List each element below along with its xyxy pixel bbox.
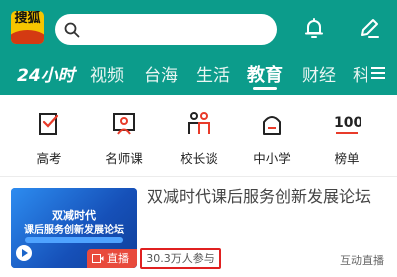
category-principal[interactable]: 校长谈: [168, 110, 230, 167]
tab-finance[interactable]: 财经: [302, 61, 336, 86]
category-label: 榜单: [334, 151, 360, 166]
tab-video[interactable]: 视频: [90, 61, 124, 86]
book-check-icon: [39, 113, 59, 135]
logo-text: 搜狐: [14, 11, 41, 26]
participant-count: 30.3万人参与: [140, 248, 221, 269]
category-gaokao[interactable]: 高考: [18, 110, 80, 167]
search-icon: [64, 22, 80, 38]
play-icon[interactable]: [16, 245, 32, 261]
search-input[interactable]: [55, 14, 277, 45]
tab-truncated[interactable]: 科: [353, 61, 367, 86]
section-divider: [0, 176, 397, 177]
category-label: 校长谈: [180, 151, 218, 166]
tab-24h[interactable]: 24小时: [17, 61, 75, 86]
camera-icon: [92, 254, 104, 263]
category-label: 名师课: [105, 151, 143, 166]
thumbnail-line2: 课后服务创新发展论坛: [24, 225, 124, 236]
feed-title[interactable]: 双减时代课后服务创新发展论坛: [147, 185, 387, 209]
school-bag-icon: [263, 116, 281, 135]
live-badge-label: 直播: [107, 252, 129, 265]
menu-icon[interactable]: [370, 65, 386, 81]
category-shortcuts: 高考 名师课 校长谈 中小学 100 榜单: [0, 110, 397, 170]
teacher-board-icon: [113, 113, 135, 135]
pencil-icon[interactable]: [357, 16, 381, 40]
bell-icon[interactable]: [303, 16, 325, 40]
category-ranking[interactable]: 100 榜单: [316, 110, 378, 167]
top-header: 搜狐 24小时 视频 台海 生活 教育 财经 科: [0, 0, 397, 95]
sohu-logo[interactable]: 搜狐: [11, 11, 44, 44]
feed-thumbnail[interactable]: 双减时代 课后服务创新发展论坛 直播: [11, 188, 137, 268]
category-school[interactable]: 中小学: [241, 110, 303, 167]
people-icon: [188, 112, 210, 134]
svg-text:100: 100: [334, 115, 361, 131]
logo-hill-shape: [11, 30, 44, 44]
ranking-100-icon: 100: [334, 115, 361, 134]
tab-education[interactable]: 教育: [247, 61, 283, 87]
thumbnail-subtitle-bar: [25, 237, 123, 243]
category-label: 中小学: [253, 151, 291, 166]
live-badge: 直播: [87, 249, 137, 268]
category-teacher[interactable]: 名师课: [93, 110, 155, 167]
tab-life[interactable]: 生活: [196, 61, 230, 86]
active-tab-indicator: [253, 87, 277, 90]
category-label: 高考: [36, 151, 62, 166]
channel-tabs: 24小时 视频 台海 生活 教育 财经 科: [0, 57, 397, 91]
tab-taihai[interactable]: 台海: [144, 61, 178, 86]
feed-source: 互动直播: [340, 254, 384, 267]
